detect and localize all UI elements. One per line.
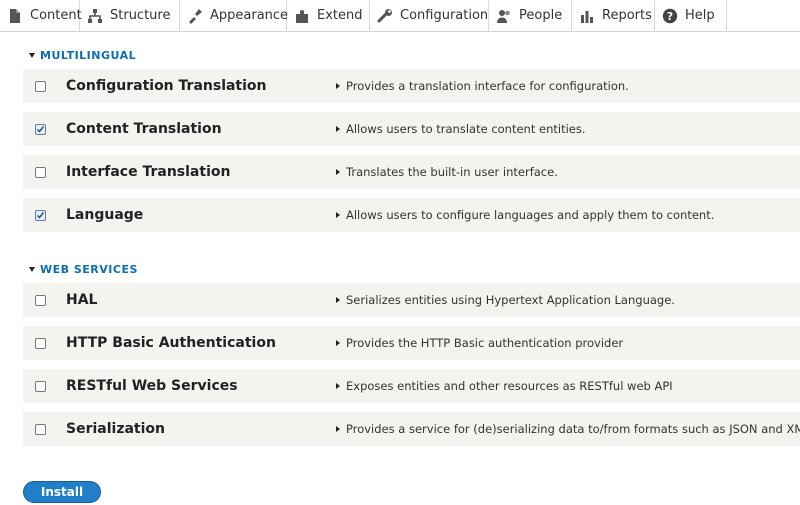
expand-arrow-icon	[336, 383, 340, 389]
module-checkbox[interactable]	[35, 295, 46, 306]
module-description: Translates the built-in user interface.	[346, 165, 558, 179]
module-row: Serialization Provides a service for (de…	[23, 412, 800, 446]
module-description: Exposes entities and other resources as …	[346, 379, 673, 393]
structure-icon	[88, 8, 102, 23]
expand-arrow-icon	[336, 126, 340, 132]
module-name: HTTP Basic Authentication	[66, 335, 276, 351]
toolbar-item-reports[interactable]: Reports	[572, 0, 655, 31]
module-row: HAL Serializes entities using Hypertext …	[23, 283, 800, 317]
expand-arrow-icon	[336, 340, 340, 346]
toolbar-item-structure[interactable]: Structure	[80, 0, 180, 31]
toolbar-label: People	[519, 8, 563, 23]
toolbar-label: Reports	[602, 8, 652, 23]
section-title: WEB SERVICES	[40, 263, 138, 276]
toolbar-item-help[interactable]: ? Help	[655, 0, 727, 31]
expand-arrow-icon	[336, 297, 340, 303]
module-description: Serializes entities using Hypertext Appl…	[346, 293, 675, 307]
toolbar-label: Content	[30, 8, 82, 23]
module-checkbox[interactable]	[35, 167, 46, 178]
module-name: Language	[66, 207, 144, 223]
configuration-icon	[377, 8, 392, 22]
extend-icon	[296, 9, 308, 23]
module-checkbox[interactable]	[35, 424, 46, 435]
module-description-toggle[interactable]: Provides a translation interface for con…	[336, 79, 629, 93]
content-icon	[10, 8, 20, 23]
section-title: MULTILINGUAL	[40, 49, 137, 62]
module-row: Language Allows users to configure langu…	[23, 198, 800, 232]
module-description-toggle[interactable]: Provides the HTTP Basic authentication p…	[336, 336, 623, 350]
help-icon: ?	[662, 8, 678, 23]
toolbar-label: Structure	[110, 8, 171, 23]
module-row: HTTP Basic Authentication Provides the H…	[23, 326, 800, 360]
module-description-toggle[interactable]: Exposes entities and other resources as …	[336, 379, 673, 393]
module-name: Content Translation	[66, 121, 222, 137]
toolbar-item-configuration[interactable]: Configuration	[370, 0, 489, 31]
module-name: RESTful Web Services	[66, 378, 238, 394]
section-toggle-multilingual[interactable]: MULTILINGUAL	[29, 49, 136, 62]
toolbar-item-people[interactable]: People	[489, 0, 572, 31]
module-checkbox[interactable]	[35, 381, 46, 392]
module-description: Provides a translation interface for con…	[346, 79, 629, 93]
module-checkbox[interactable]	[35, 210, 46, 221]
module-row: Content Translation Allows users to tran…	[23, 112, 800, 146]
module-row: Interface Translation Translates the bui…	[23, 155, 800, 189]
section-toggle-web-services[interactable]: WEB SERVICES	[29, 263, 138, 276]
collapse-arrow-icon	[29, 267, 35, 272]
checkmark-icon	[36, 212, 45, 219]
module-description-toggle[interactable]: Allows users to configure languages and …	[336, 208, 714, 222]
appearance-icon	[189, 8, 202, 24]
module-row: Configuration Translation Provides a tra…	[23, 69, 800, 103]
toolbar-item-appearance[interactable]: Appearance	[180, 0, 289, 31]
toolbar-label: Help	[685, 8, 715, 23]
module-checkbox[interactable]	[35, 338, 46, 349]
module-description-toggle[interactable]: Allows users to translate content entiti…	[336, 122, 586, 136]
module-checkbox[interactable]	[35, 124, 46, 135]
module-description-toggle[interactable]: Serializes entities using Hypertext Appl…	[336, 293, 675, 307]
module-description: Allows users to translate content entiti…	[346, 122, 586, 136]
toolbar-label: Extend	[317, 8, 363, 23]
checkmark-icon	[36, 126, 45, 133]
toolbar-item-extend[interactable]: Extend	[287, 0, 370, 31]
module-name: Interface Translation	[66, 164, 231, 180]
module-description: Allows users to configure languages and …	[346, 208, 715, 222]
expand-arrow-icon	[336, 83, 340, 89]
module-checkbox[interactable]	[35, 81, 46, 92]
module-row: RESTful Web Services Exposes entities an…	[23, 369, 800, 403]
expand-arrow-icon	[336, 169, 340, 175]
module-name: HAL	[66, 292, 98, 308]
expand-arrow-icon	[336, 212, 340, 218]
svg-text:?: ?	[667, 10, 673, 23]
module-description-toggle[interactable]: Provides a service for (de)serializing d…	[336, 422, 800, 436]
toolbar-label: Configuration	[400, 8, 489, 23]
reports-icon	[581, 10, 593, 23]
module-description: Provides a service for (de)serializing d…	[346, 422, 800, 436]
module-description: Provides the HTTP Basic authentication p…	[346, 336, 624, 350]
toolbar-label: Appearance	[210, 8, 289, 23]
module-name: Serialization	[66, 421, 165, 437]
admin-toolbar: Content Structure Appearance Extend Conf…	[0, 0, 800, 32]
toolbar-item-content[interactable]: Content	[0, 0, 82, 31]
expand-arrow-icon	[336, 426, 340, 432]
module-name: Configuration Translation	[66, 78, 267, 94]
install-button[interactable]: Install	[23, 481, 101, 503]
collapse-arrow-icon	[29, 53, 35, 58]
module-description-toggle[interactable]: Translates the built-in user interface.	[336, 165, 558, 179]
people-icon	[497, 9, 510, 23]
